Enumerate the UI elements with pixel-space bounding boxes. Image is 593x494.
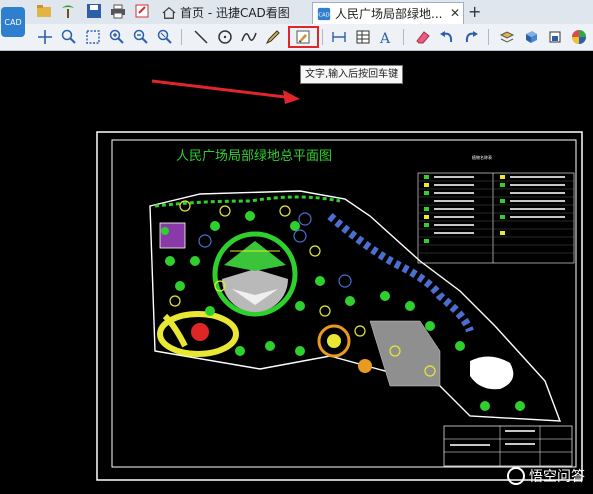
- pencil-button[interactable]: [264, 28, 282, 46]
- tab-drawing-label: 人民广场局部绿地...: [335, 7, 443, 21]
- circle-icon: [218, 30, 232, 44]
- paint-bucket-icon: [549, 31, 561, 43]
- palm-tree-icon[interactable]: [60, 3, 76, 19]
- toolbar-separator: [322, 29, 323, 45]
- zoom-previous-button[interactable]: [156, 28, 174, 46]
- tab-home[interactable]: 首页 - 迅捷CAD看图: [158, 2, 310, 23]
- pencil-icon: [265, 30, 280, 45]
- cube-icon: [526, 31, 537, 43]
- toolbar-separator: [488, 29, 489, 45]
- red-arrow: [151, 79, 300, 104]
- zoom-out-icon: [133, 29, 148, 44]
- drawing-title: 人民广场局部绿地总平面图: [176, 149, 332, 164]
- zoom-window-button[interactable]: [84, 28, 102, 46]
- spline-icon: [241, 32, 257, 42]
- eraser-button[interactable]: [414, 28, 432, 46]
- line-button[interactable]: [192, 28, 210, 46]
- plant-legend-table: 植物名称表: [417, 154, 575, 264]
- close-tab-icon[interactable]: ✕: [450, 6, 460, 20]
- drawing-canvas[interactable]: 人民广场局部绿地总平面图 植物名称表: [0, 51, 593, 494]
- print-icon[interactable]: [110, 3, 126, 19]
- redo-button[interactable]: [462, 28, 480, 46]
- home-icon: [162, 6, 176, 19]
- open-file-icon[interactable]: [36, 3, 52, 19]
- outer-frame: [96, 131, 583, 481]
- new-tab-button[interactable]: +: [468, 2, 481, 21]
- undo-icon: [440, 31, 453, 43]
- zoom-in-icon: [109, 29, 124, 44]
- eraser-icon: [416, 31, 430, 44]
- zoom-window-icon: [86, 30, 100, 44]
- dimension-button[interactable]: [330, 28, 348, 46]
- site-plan: [149, 190, 562, 422]
- zoom-previous-icon: [157, 29, 172, 44]
- text-style-icon: A: [379, 31, 391, 45]
- zoom-out-button[interactable]: [132, 28, 150, 46]
- app-logo: CAD: [1, 7, 25, 37]
- 3d-view-button[interactable]: [522, 28, 540, 46]
- highlight-box: [288, 26, 319, 48]
- dimension-icon: [332, 32, 346, 42]
- export-icon[interactable]: [134, 3, 150, 19]
- color-wheel-icon: [572, 30, 586, 44]
- tab-home-label: 首页 - 迅捷CAD看图: [180, 6, 290, 20]
- zoom-realtime-icon: [61, 29, 76, 44]
- toolbar-separator: [403, 29, 404, 45]
- watermark: 悟空问答: [507, 466, 585, 486]
- text-style-button[interactable]: A: [378, 28, 396, 46]
- wukong-logo-icon: [507, 467, 525, 485]
- zoom-realtime-button[interactable]: [60, 28, 78, 46]
- title-block: [443, 425, 573, 467]
- svg-text:A: A: [379, 31, 391, 45]
- title-bar: 首页 - 迅捷CAD看图 CAD 人民广场局部绿地... ✕ +: [0, 0, 593, 25]
- svg-text:CAD: CAD: [318, 12, 329, 18]
- save-icon[interactable]: [86, 3, 102, 19]
- zoom-in-button[interactable]: [108, 28, 126, 46]
- layer-button[interactable]: [498, 28, 516, 46]
- fill-button[interactable]: [546, 28, 564, 46]
- spline-button[interactable]: [240, 28, 258, 46]
- color-button[interactable]: [570, 28, 588, 46]
- undo-button[interactable]: [438, 28, 456, 46]
- line-icon: [194, 30, 208, 44]
- pan-button[interactable]: [36, 28, 54, 46]
- table-button[interactable]: [354, 28, 372, 46]
- legend-title: 植物名称表: [472, 154, 492, 160]
- table-icon: [356, 30, 370, 44]
- app-logo-text: CAD: [4, 17, 22, 27]
- watermark-text: 悟空问答: [529, 469, 585, 485]
- redo-icon: [465, 31, 478, 43]
- toolbar-separator: [181, 29, 182, 45]
- tab-drawing[interactable]: CAD 人民广场局部绿地... ✕: [312, 2, 464, 24]
- pan-icon: [38, 30, 52, 44]
- circle-button[interactable]: [216, 28, 234, 46]
- cad-file-icon: CAD: [317, 7, 331, 20]
- layer-icon: [499, 31, 515, 43]
